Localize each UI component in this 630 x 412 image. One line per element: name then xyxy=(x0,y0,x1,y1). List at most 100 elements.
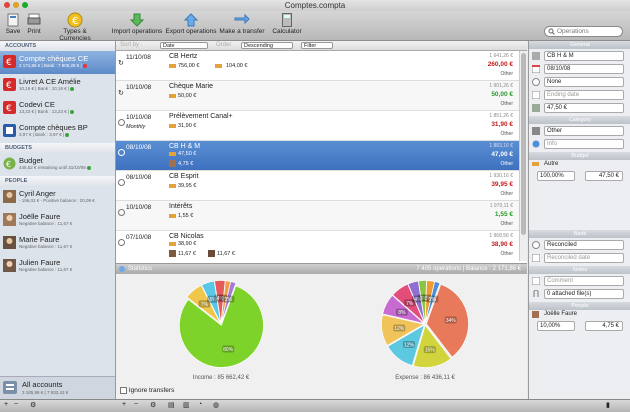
pending-icon: ↻ xyxy=(118,90,124,97)
check-icon[interactable] xyxy=(118,149,125,156)
reconciled-select[interactable]: Reconciled xyxy=(529,240,630,251)
category-color-icon xyxy=(169,184,176,188)
expense-pie-slice-label: 12% xyxy=(394,326,405,332)
title-bar: Comptes.compta xyxy=(0,0,630,11)
list-view-icon[interactable]: ▤ xyxy=(168,401,175,409)
table-row[interactable]: ↻ 10/10/08 Chèque Marie 50,00 € 1 901,26… xyxy=(116,81,527,111)
accounts-header: ACCOUNTS xyxy=(0,41,115,51)
status-dot-icon xyxy=(70,86,75,91)
title-field[interactable]: CB H & M xyxy=(529,51,630,62)
gear-icon[interactable]: ⚙ xyxy=(30,401,36,409)
calculator-button[interactable]: Calculator xyxy=(272,12,302,35)
types-currencies-button[interactable]: € Types & Currencies xyxy=(47,12,103,42)
all-accounts-item[interactable]: All accounts 3 185,96 € | 7 932,42 € xyxy=(0,376,115,399)
calendar-icon xyxy=(532,91,540,99)
people-header: PEOPLE xyxy=(0,176,115,186)
bank-logo-icon: € xyxy=(3,55,16,68)
stats-view-icon[interactable]: ◔ xyxy=(198,401,202,408)
check-icon[interactable] xyxy=(118,209,125,216)
printer-icon xyxy=(27,13,41,25)
table-row[interactable]: 10/10/08 Intérêts 1,55 € 1 970,11 € 1,55… xyxy=(116,201,527,231)
clock-icon xyxy=(532,78,540,86)
table-row-selected[interactable]: 08/10/08 CB H & M 47,50 € 4,75 € 1 883,1… xyxy=(116,141,527,171)
check-icon[interactable] xyxy=(118,239,125,246)
minimize-icon[interactable] xyxy=(13,2,19,8)
ending-date-field[interactable]: Ending date xyxy=(529,90,630,101)
save-button[interactable]: Save xyxy=(4,12,22,35)
pending-icon: ↻ xyxy=(118,60,124,67)
close-icon[interactable] xyxy=(4,2,10,8)
check-icon[interactable] xyxy=(118,119,125,126)
remove-account-button[interactable]: − xyxy=(14,401,18,408)
toolbar: Save Print € Types & Currencies Import o… xyxy=(0,11,630,42)
person-split-row[interactable]: 10,00% 4,75 € xyxy=(529,321,630,332)
gear-icon[interactable]: ⚙ xyxy=(150,401,156,409)
budget-icon: € xyxy=(3,157,16,170)
add-operation-button[interactable]: + xyxy=(122,401,126,408)
income-pie-slice-label: 2% xyxy=(225,297,233,303)
reconciled-date-field[interactable]: Reconciled date xyxy=(529,253,630,264)
search-icon xyxy=(548,28,555,35)
table-row[interactable]: 07/10/08 CB Nicolas 38,90 € 11,67 € 11,6… xyxy=(116,231,527,260)
transfer-icon xyxy=(234,13,250,25)
sort-field-select[interactable]: Date xyxy=(160,42,208,49)
sidebar-account-codevi[interactable]: € Codevi CE 13,23 € | Bank : 13,23 € | xyxy=(0,97,115,120)
expense-pie-chart: 34%15%12%12%8%7%4%3%3%2% xyxy=(381,280,469,368)
remove-operation-button[interactable]: − xyxy=(134,401,138,408)
filter-select[interactable]: Filter xyxy=(301,42,333,49)
sidebar-person-joelle-faure[interactable]: Joëlle Faure Negative balance : 11,67 € xyxy=(0,209,115,232)
sidebar-person-julien-faure[interactable]: Julien Faure Negative balance : 11,67 € xyxy=(0,255,115,278)
svg-text:€: € xyxy=(6,81,12,91)
scrollbar-thumb[interactable] xyxy=(521,53,526,235)
sort-order-select[interactable]: Descending xyxy=(241,42,293,49)
make-transfer-button[interactable]: Make a transfer xyxy=(219,12,265,35)
add-account-button[interactable]: + xyxy=(4,401,8,408)
category-select[interactable]: Other xyxy=(529,126,630,137)
comment-field[interactable]: Comment xyxy=(529,276,630,287)
expense-pie-slice-label: 12% xyxy=(404,343,415,349)
expense-pie-slice-label: 15% xyxy=(425,348,436,354)
avatar xyxy=(169,160,176,167)
import-operations-button[interactable]: Import operations xyxy=(111,12,163,35)
sidebar-person-cyril-anger[interactable]: Cyril Anger - 196,02 € - Positive balanc… xyxy=(0,186,115,209)
export-operations-button[interactable]: Export operations xyxy=(165,12,217,35)
budget-row: Autre xyxy=(529,160,630,169)
print-button[interactable]: Print xyxy=(25,12,43,35)
statistics-icon xyxy=(119,266,125,272)
globe-icon[interactable]: ◍ xyxy=(213,401,219,409)
notes-header: Notes xyxy=(529,266,630,274)
search-input[interactable]: Operations xyxy=(544,26,623,37)
expense-pie-slice-label: 8% xyxy=(398,310,406,316)
all-accounts-icon xyxy=(3,381,17,394)
table-row[interactable]: ↻ 11/10/08 CB Hertz 756,00 € 104,00 € 1 … xyxy=(116,51,527,81)
attached-files-select[interactable]: 0 attached file(s) xyxy=(529,289,630,300)
sidebar-budget[interactable]: € Budget 445,52 € remaining until 31/10/… xyxy=(0,153,115,176)
amount-field[interactable]: 47,50 € xyxy=(529,103,630,114)
save-icon xyxy=(7,13,19,27)
vertical-scrollbar[interactable] xyxy=(519,51,527,261)
checkbox-icon[interactable] xyxy=(120,387,127,394)
sidebar-account-compte-cheques-ce[interactable]: € Compte chèques CE 2 171,86 € | Bank : … xyxy=(0,51,115,74)
zoom-icon[interactable] xyxy=(22,2,28,8)
repeat-select[interactable]: None xyxy=(529,77,630,88)
ignore-transfers-checkbox[interactable]: Ignore transfers xyxy=(120,387,174,394)
status-dot-icon xyxy=(82,63,87,68)
money-icon xyxy=(532,104,540,112)
status-dot-icon xyxy=(86,165,91,170)
date-field[interactable]: 08/10/08 xyxy=(529,64,630,75)
table-row[interactable]: 10/10/08 Monthly Prélèvement Canal+ 31,9… xyxy=(116,111,527,141)
chart-view-icon[interactable]: ▥ xyxy=(183,401,190,409)
table-row[interactable]: 08/10/08 CB Esprit 39,95 € 1 930,16 € 39… xyxy=(116,171,527,201)
window-title: Comptes.compta xyxy=(284,1,346,10)
check-icon[interactable] xyxy=(118,179,125,186)
budget-split-row[interactable]: 100,00% 47,50 € xyxy=(529,171,630,182)
svg-text:€: € xyxy=(6,104,12,114)
info-field[interactable]: Info xyxy=(529,139,630,150)
arrow-down-icon xyxy=(130,13,144,27)
budget-color-icon xyxy=(532,162,539,166)
sidebar-person-marie-faure[interactable]: Marie Faure Negative balance : 11,67 € xyxy=(0,232,115,255)
sidebar-account-compte-cheques-bp[interactable]: Compte chèques BP 3,97 € | Bank : 3,97 €… xyxy=(0,120,115,143)
info-icon xyxy=(532,140,540,148)
budgets-header: BUDGETS xyxy=(0,143,115,153)
sidebar-account-livret-a[interactable]: € Livret A CE Amélie 10,16 € | Bank : 10… xyxy=(0,74,115,97)
